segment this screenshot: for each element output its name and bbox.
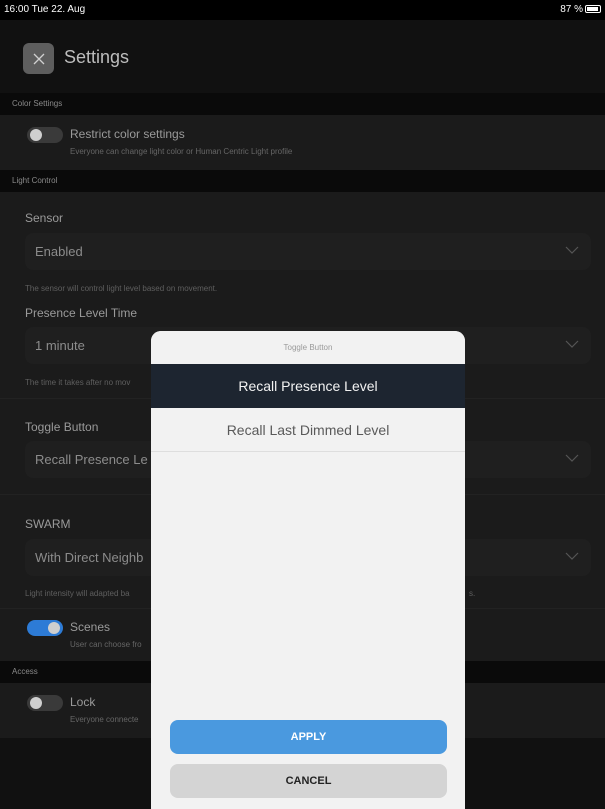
status-time: 16:00 Tue 22. Aug (4, 4, 86, 15)
chevron-down-icon (565, 454, 579, 462)
lock-subtitle: Everyone connecte (70, 715, 139, 724)
status-bar: 16:00 Tue 22. Aug 87 % (0, 0, 605, 20)
sensor-label: Sensor (25, 211, 64, 225)
sensor-hint: The sensor will control light level base… (25, 284, 218, 293)
chevron-down-icon (565, 552, 579, 560)
restrict-color-toggle[interactable] (27, 127, 63, 143)
modal-title: Toggle Button (151, 331, 465, 364)
sensor-select[interactable]: Enabled (25, 233, 591, 270)
swarm-hint: Light intensity will adapted ba (25, 589, 130, 598)
page-title: Settings (64, 47, 130, 67)
presence-time-value: 1 minute (35, 338, 85, 353)
option-recall-presence-level[interactable]: Recall Presence Level (151, 364, 465, 408)
toggle-knob (30, 129, 42, 141)
toggle-button-value: Recall Presence Le (35, 452, 148, 467)
swarm-value: With Direct Neighb (35, 550, 144, 565)
swarm-hint-tail: s. (469, 589, 476, 598)
toggle-button-picker-modal: Toggle Button Recall Presence Level Reca… (151, 331, 465, 809)
swarm-label: SWARM (25, 517, 71, 531)
toggle-button-label: Toggle Button (25, 420, 99, 434)
battery-percent: 87 % (560, 4, 583, 15)
presence-time-hint: The time it takes after no mov (25, 378, 131, 387)
lock-title: Lock (70, 695, 96, 709)
sensor-value: Enabled (35, 244, 83, 259)
header: Settings (0, 20, 605, 93)
scenes-subtitle: User can choose fro (70, 640, 142, 649)
cancel-button[interactable]: CANCEL (170, 764, 447, 798)
apply-button[interactable]: APPLY (170, 720, 447, 754)
lock-toggle[interactable] (27, 695, 63, 711)
toggle-knob (48, 622, 60, 634)
restrict-color-subtitle: Everyone can change light color or Human… (70, 147, 293, 156)
option-recall-last-dimmed-level[interactable]: Recall Last Dimmed Level (151, 408, 465, 452)
scenes-title: Scenes (70, 620, 111, 634)
scenes-toggle[interactable] (27, 620, 63, 636)
close-button[interactable] (23, 43, 54, 74)
toggle-knob (30, 697, 42, 709)
chevron-down-icon (565, 246, 579, 254)
restrict-color-title: Restrict color settings (70, 127, 185, 141)
section-color-settings: Color Settings (0, 93, 605, 115)
restrict-color-row[interactable]: Restrict color settings Everyone can cha… (0, 115, 605, 170)
close-icon (33, 53, 44, 64)
battery-icon (585, 5, 601, 13)
chevron-down-icon (565, 340, 579, 348)
presence-time-label: Presence Level Time (25, 306, 138, 320)
section-light-control: Light Control (0, 170, 605, 192)
